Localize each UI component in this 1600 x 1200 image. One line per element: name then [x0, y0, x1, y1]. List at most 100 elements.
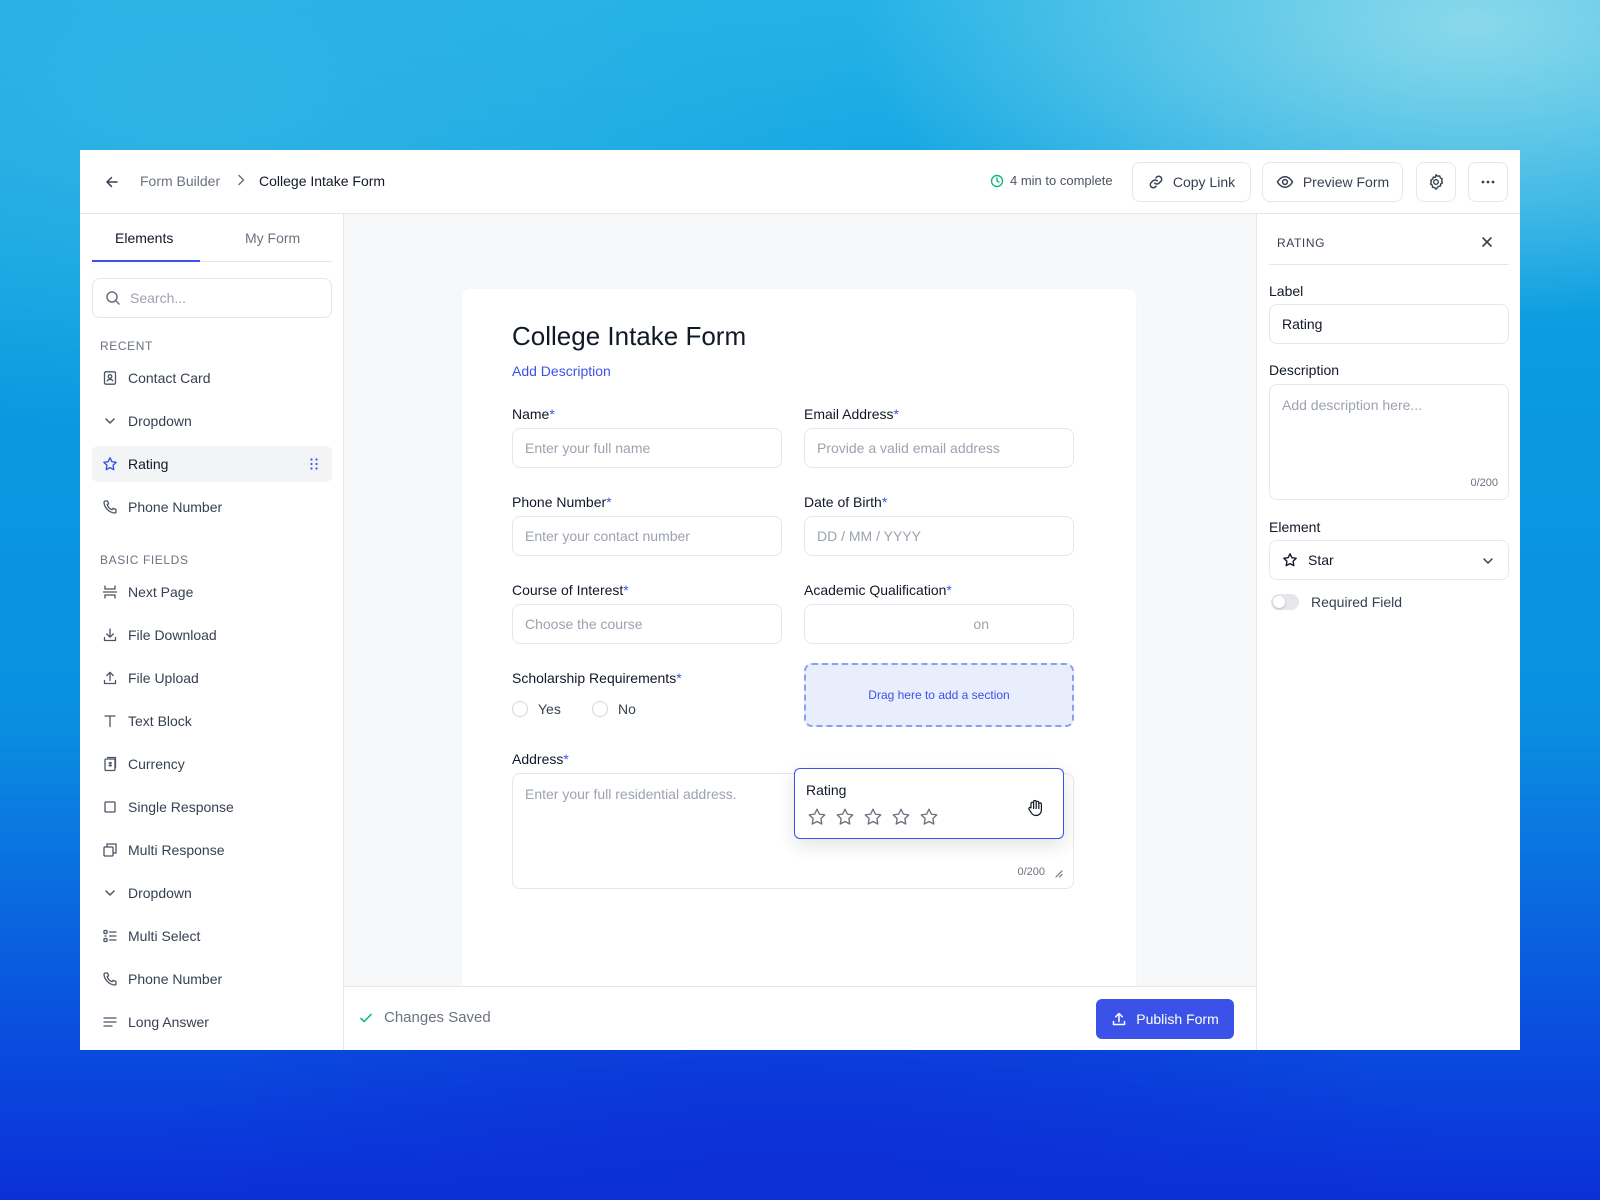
form-title[interactable]: College Intake Form	[512, 321, 746, 352]
currency-icon	[104, 756, 117, 772]
toggle-knob	[1273, 596, 1285, 608]
sidebar-item-contact-card[interactable]: Contact Card	[92, 360, 332, 396]
sidebar-item-long-answer[interactable]: Long Answer	[92, 1004, 332, 1040]
address-label: Address*	[512, 751, 569, 767]
basic-fields-section-title: BASIC FIELDS	[100, 553, 189, 567]
sidebar-item-label: Phone Number	[128, 499, 223, 515]
phone-input[interactable]	[512, 516, 782, 556]
sidebar-item-label: Dropdown	[128, 413, 192, 429]
star-icon[interactable]	[891, 807, 911, 827]
course-label: Course of Interest*	[512, 582, 629, 598]
qualification-input[interactable]	[804, 604, 1074, 644]
drag-handle-icon[interactable]	[308, 457, 320, 471]
phone-icon	[103, 500, 117, 514]
sidebar-item-currency[interactable]: Currency	[92, 746, 332, 782]
name-label: Name*	[512, 406, 555, 422]
radio-yes[interactable]: Yes	[512, 701, 561, 717]
page-break-icon	[102, 585, 118, 599]
resize-handle-icon[interactable]	[1053, 868, 1063, 878]
course-select[interactable]	[512, 604, 782, 644]
email-label: Email Address*	[804, 406, 899, 422]
divider	[1269, 264, 1509, 265]
add-description-link[interactable]: Add Description	[512, 363, 611, 379]
element-type-value: Star	[1308, 552, 1334, 568]
star-icon[interactable]	[835, 807, 855, 827]
sidebar-item-next-page[interactable]: Next Page	[92, 574, 332, 610]
description-field-title: Description	[1269, 362, 1340, 378]
search-icon	[106, 291, 120, 305]
back-button[interactable]	[100, 170, 124, 194]
sidebar-tabs: Elements My Form	[92, 214, 332, 262]
required-field-toggle[interactable]	[1271, 594, 1299, 610]
radio-circle[interactable]	[512, 701, 528, 717]
dragged-rating-element[interactable]: Rating	[794, 768, 1064, 839]
breadcrumb-current: College Intake Form	[259, 173, 386, 189]
grab-cursor-icon	[1028, 799, 1042, 817]
sidebar-item-label: Dropdown	[128, 885, 192, 901]
star-icon	[103, 457, 117, 471]
tab-my-form[interactable]: My Form	[245, 230, 300, 246]
copy-link-button[interactable]: Copy Link	[1132, 162, 1251, 202]
copy-squares-icon	[103, 843, 117, 857]
sidebar-item-multi-response[interactable]: Multi Response	[92, 832, 332, 868]
sidebar-item-single-response[interactable]: Single Response	[92, 789, 332, 825]
sidebar-item-file-download[interactable]: File Download	[92, 617, 332, 653]
sidebar-item-label: File Download	[128, 627, 217, 643]
star-icon[interactable]	[807, 807, 827, 827]
qualification-label: Academic Qualification*	[804, 582, 952, 598]
name-input[interactable]	[512, 428, 782, 468]
upload-icon	[103, 671, 117, 685]
close-panel-button[interactable]	[1479, 234, 1495, 250]
element-type-select[interactable]: Star	[1269, 540, 1509, 580]
scholarship-label: Scholarship Requirements*	[512, 670, 682, 686]
dob-input[interactable]	[804, 516, 1074, 556]
eye-icon	[1276, 176, 1294, 188]
dob-label: Date of Birth*	[804, 494, 888, 510]
sidebar-item-text-block[interactable]: Text Block	[92, 703, 332, 739]
contact-card-icon	[103, 371, 117, 385]
preview-form-label: Preview Form	[1302, 174, 1390, 190]
time-estimate-text: 4 min to complete	[1010, 173, 1113, 188]
breadcrumb-parent[interactable]: Form Builder	[140, 173, 220, 189]
sidebar-item-label: Currency	[128, 756, 185, 772]
link-icon	[1149, 175, 1163, 189]
app-window: Form Builder College Intake Form 4 min t…	[80, 150, 1520, 1050]
sidebar-item-phone-number-basic[interactable]: Phone Number	[92, 961, 332, 997]
sidebar-item-label: Next Page	[128, 584, 194, 600]
form-canvas: College Intake Form Add Description Name…	[344, 214, 1256, 986]
preview-form-button[interactable]: Preview Form	[1262, 162, 1403, 202]
publish-form-button[interactable]: Publish Form	[1096, 999, 1234, 1039]
sidebar-item-dropdown[interactable]: Dropdown	[92, 403, 332, 439]
sidebar-item-multi-select[interactable]: Multi Select	[92, 918, 332, 954]
radio-no[interactable]: No	[592, 701, 636, 717]
time-estimate: 4 min to complete	[990, 173, 1113, 188]
rating-stars	[807, 807, 939, 827]
sidebar-item-label: File Upload	[128, 670, 199, 686]
check-icon	[360, 1013, 372, 1022]
radio-circle[interactable]	[592, 701, 608, 717]
settings-button[interactable]	[1416, 162, 1456, 202]
more-options-button[interactable]	[1468, 162, 1508, 202]
sidebar-item-label: Long Answer	[128, 1014, 209, 1030]
label-input[interactable]	[1269, 304, 1509, 344]
sidebar-item-label: Contact Card	[128, 370, 211, 386]
description-field: 0/200	[1269, 384, 1509, 500]
phone-label: Phone Number*	[512, 494, 612, 510]
chevron-down-icon	[105, 890, 115, 896]
tab-elements[interactable]: Elements	[115, 230, 173, 246]
sidebar-item-dropdown-basic[interactable]: Dropdown	[92, 875, 332, 911]
drop-zone[interactable]: Drag here to add a section	[804, 663, 1074, 727]
search-input[interactable]	[130, 290, 310, 306]
properties-panel: RATING Label Description 0/200 Element S…	[1256, 214, 1520, 1050]
top-bar: Form Builder College Intake Form 4 min t…	[80, 150, 1520, 214]
star-icon[interactable]	[863, 807, 883, 827]
label-field-title: Label	[1269, 283, 1304, 299]
email-input[interactable]	[804, 428, 1074, 468]
sidebar-item-file-upload[interactable]: File Upload	[92, 660, 332, 696]
star-icon[interactable]	[919, 807, 939, 827]
sidebar-item-rating[interactable]: Rating	[92, 446, 332, 482]
bottom-bar: Changes Saved Publish Form	[344, 986, 1256, 1050]
arrow-left-icon	[106, 176, 118, 188]
sidebar-item-phone-number[interactable]: Phone Number	[92, 489, 332, 525]
chevron-right-icon	[238, 174, 245, 186]
